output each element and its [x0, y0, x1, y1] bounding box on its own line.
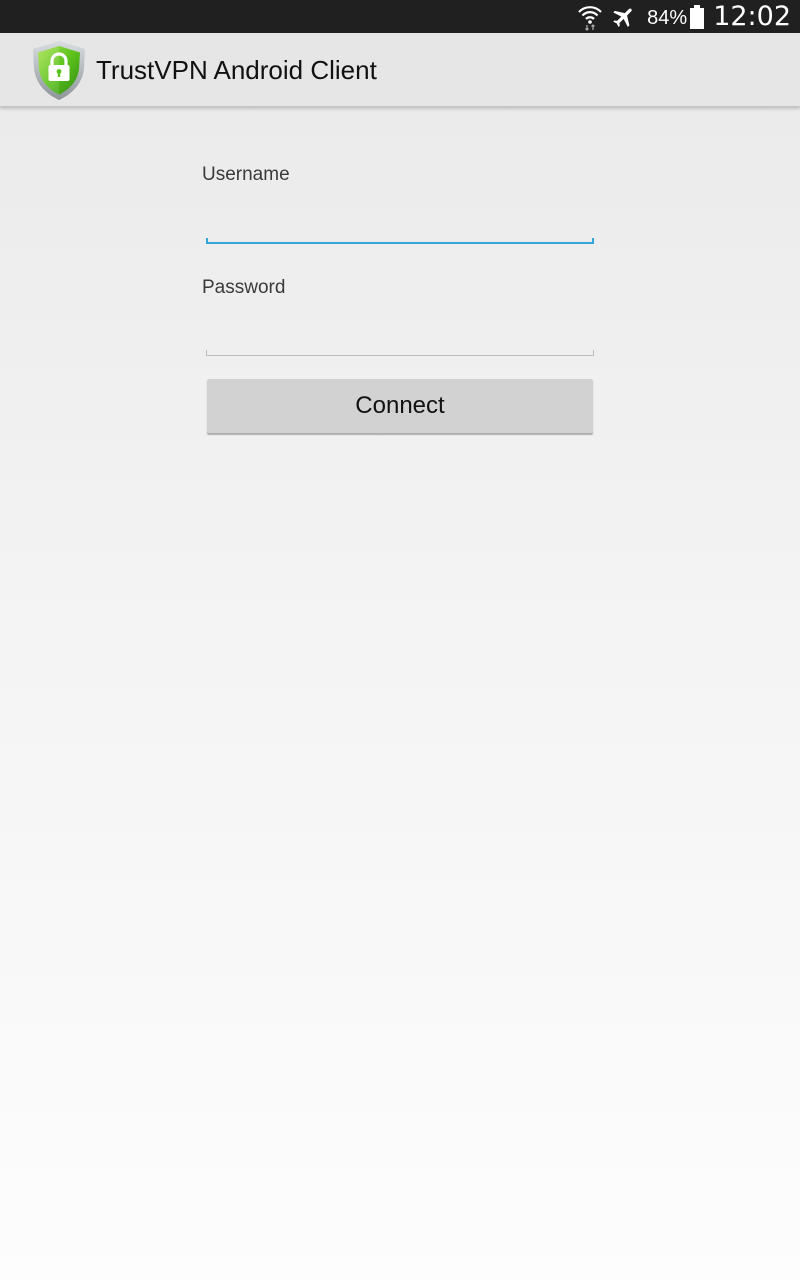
- battery-percentage: 84%: [647, 6, 688, 29]
- password-field-underline: [206, 350, 594, 356]
- password-label: Password: [202, 277, 286, 298]
- status-bar: 84% 12:02: [0, 0, 800, 33]
- action-bar: TrustVPN Android Client: [0, 33, 800, 107]
- username-label: Username: [202, 164, 290, 185]
- shield-lock-icon: [30, 39, 88, 101]
- connect-button[interactable]: Connect: [207, 379, 593, 433]
- username-field-underline: [206, 238, 594, 244]
- airplane-mode-icon: [611, 4, 637, 30]
- wifi-icon: [577, 3, 603, 31]
- clock: 12:02: [713, 1, 791, 32]
- app-title: TrustVPN Android Client: [96, 55, 377, 85]
- battery-icon: [690, 4, 705, 29]
